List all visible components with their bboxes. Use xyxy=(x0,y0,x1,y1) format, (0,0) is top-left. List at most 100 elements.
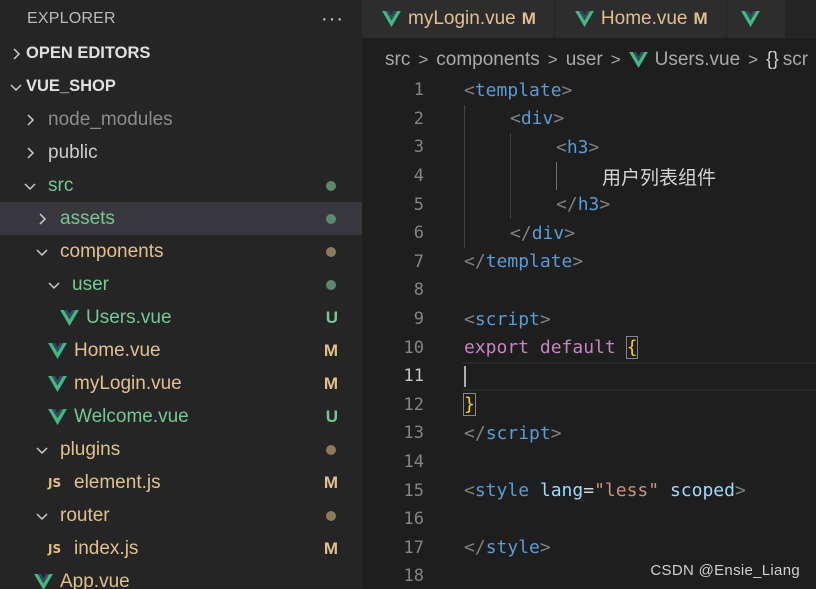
chevron-right-icon: > xyxy=(418,50,429,69)
chevron-right-icon xyxy=(32,212,52,225)
code-token: scoped xyxy=(669,480,735,502)
tree-item-label: user xyxy=(72,273,109,295)
tree-folder-components[interactable]: components xyxy=(0,235,362,268)
code-line: 3 <h3> xyxy=(362,133,816,162)
code-line: 10 export default { xyxy=(362,333,816,362)
code-line: 6 </div> xyxy=(362,218,816,248)
tree-folder-assets[interactable]: assets xyxy=(0,202,362,235)
tree-folder-node-modules[interactable]: node_modules xyxy=(0,103,362,136)
js-file-icon: JS xyxy=(48,541,62,556)
tree-folder-public[interactable]: public xyxy=(0,136,362,169)
code-line: 14 xyxy=(362,448,816,477)
more-actions-icon[interactable]: ··· xyxy=(321,9,344,29)
tab-label: Home.vue xyxy=(600,8,688,29)
tree-file-mylogin-vue[interactable]: myLogin.vue M xyxy=(0,367,362,400)
tree-folder-router[interactable]: router xyxy=(0,499,362,532)
watermark: CSDN @Ensie_Liang xyxy=(650,562,800,579)
tree-file-element-js[interactable]: JS element.js M xyxy=(0,466,362,499)
line-number: 15 xyxy=(403,480,424,501)
vue-file-icon xyxy=(628,51,649,69)
project-label: VUE_SHOP xyxy=(26,77,116,95)
project-section[interactable]: VUE_SHOP xyxy=(0,70,362,103)
code-line: 5 </h3> xyxy=(362,190,816,219)
line-number: 17 xyxy=(403,537,424,558)
tree-item-label: public xyxy=(48,141,98,163)
code-line-current: 11 xyxy=(362,361,816,391)
tree-file-welcome-vue[interactable]: Welcome.vue U xyxy=(0,400,362,433)
line-number: 11 xyxy=(403,366,424,387)
git-status-badge: U xyxy=(325,406,338,426)
tree-item-label: Users.vue xyxy=(86,306,172,328)
line-number: 8 xyxy=(413,280,424,301)
tab-mylogin-vue[interactable]: myLogin.vue M xyxy=(362,0,555,38)
js-file-icon: JS xyxy=(48,475,62,490)
tab-home-vue[interactable]: Home.vue M xyxy=(554,0,727,38)
code-token: "less" xyxy=(594,480,660,502)
vue-file-icon xyxy=(382,10,402,28)
tree-item-label: myLogin.vue xyxy=(74,372,182,394)
open-editors-section[interactable]: OPEN EDITORS xyxy=(0,37,362,70)
git-status-badge: M xyxy=(323,538,338,558)
tab-label: myLogin.vue xyxy=(408,8,516,29)
line-number: 6 xyxy=(413,223,424,244)
symbol-braces-icon: {} xyxy=(766,49,779,70)
explorer-title: EXPLORER xyxy=(27,9,116,27)
line-number: 10 xyxy=(403,337,424,358)
tree-item-label: components xyxy=(60,240,164,262)
vue-file-icon xyxy=(48,375,68,393)
tab-status: M xyxy=(693,9,708,28)
code-line: 1 <template> xyxy=(362,76,816,105)
tree-folder-user[interactable]: user xyxy=(0,268,362,301)
code-token: template xyxy=(474,79,562,101)
tree-item-label: node_modules xyxy=(48,108,173,130)
breadcrumb-src[interactable]: src xyxy=(385,49,410,71)
vue-file-icon xyxy=(48,408,68,426)
tree-folder-src[interactable]: src xyxy=(0,169,362,202)
code-line: 15 <style lang="less" scoped> xyxy=(362,476,816,505)
vue-file-icon xyxy=(60,309,80,327)
tree-item-label: src xyxy=(48,174,74,196)
tab-status: M xyxy=(521,9,536,28)
chevron-down-icon xyxy=(32,444,52,456)
chevron-down-icon xyxy=(20,180,40,192)
tree-file-users-vue[interactable]: Users.vue U xyxy=(0,301,362,334)
code-token: lang xyxy=(539,480,584,502)
code-token: script xyxy=(474,308,540,330)
chevron-right-icon: > xyxy=(610,50,621,69)
current-line-highlight xyxy=(462,361,816,391)
status-dot xyxy=(326,246,336,257)
breadcrumb-user[interactable]: user xyxy=(566,49,603,71)
line-number: 7 xyxy=(413,251,424,272)
chevron-right-icon xyxy=(20,113,40,126)
breadcrumb-symbol[interactable]: scr xyxy=(783,49,808,71)
code-line: 8 xyxy=(362,276,816,305)
line-number: 2 xyxy=(413,108,424,129)
breadcrumb-file[interactable]: Users.vue xyxy=(655,49,741,71)
explorer-sidebar: EXPLORER ··· OPEN EDITORS VUE_SHOP node_… xyxy=(0,0,362,589)
chevron-right-icon: > xyxy=(748,50,759,69)
line-number: 4 xyxy=(413,166,424,187)
tree-item-label: plugins xyxy=(60,438,121,460)
code-token: div xyxy=(531,222,565,244)
tree-file-index-js[interactable]: JS index.js M xyxy=(0,532,362,565)
chevron-down-icon xyxy=(32,510,52,522)
chevron-down-icon xyxy=(6,81,26,93)
tree-folder-plugins[interactable]: plugins xyxy=(0,433,362,466)
tree-item-label: element.js xyxy=(74,471,161,493)
status-dot xyxy=(326,279,336,290)
line-number: 13 xyxy=(403,423,424,444)
code-line: 4 用户列表组件 xyxy=(362,161,816,191)
code-token: { xyxy=(625,336,639,360)
tab-users-vue[interactable] xyxy=(726,0,786,38)
chevron-right-icon: > xyxy=(547,50,558,69)
code-editor[interactable]: 1 <template> 2 <div> 3 <h3> 4 用户列表组件 5 <… xyxy=(362,76,816,589)
code-token: div xyxy=(520,108,554,130)
tree-file-app-vue[interactable]: App.vue xyxy=(0,565,362,589)
breadcrumb-components[interactable]: components xyxy=(436,49,540,71)
code-line: 17 </style> xyxy=(362,534,816,563)
code-line: 7 </template> xyxy=(362,248,816,277)
tree-file-home-vue[interactable]: Home.vue M xyxy=(0,334,362,367)
text-cursor xyxy=(464,365,466,387)
status-dot xyxy=(326,180,336,191)
code-line: 12 } xyxy=(362,391,816,420)
